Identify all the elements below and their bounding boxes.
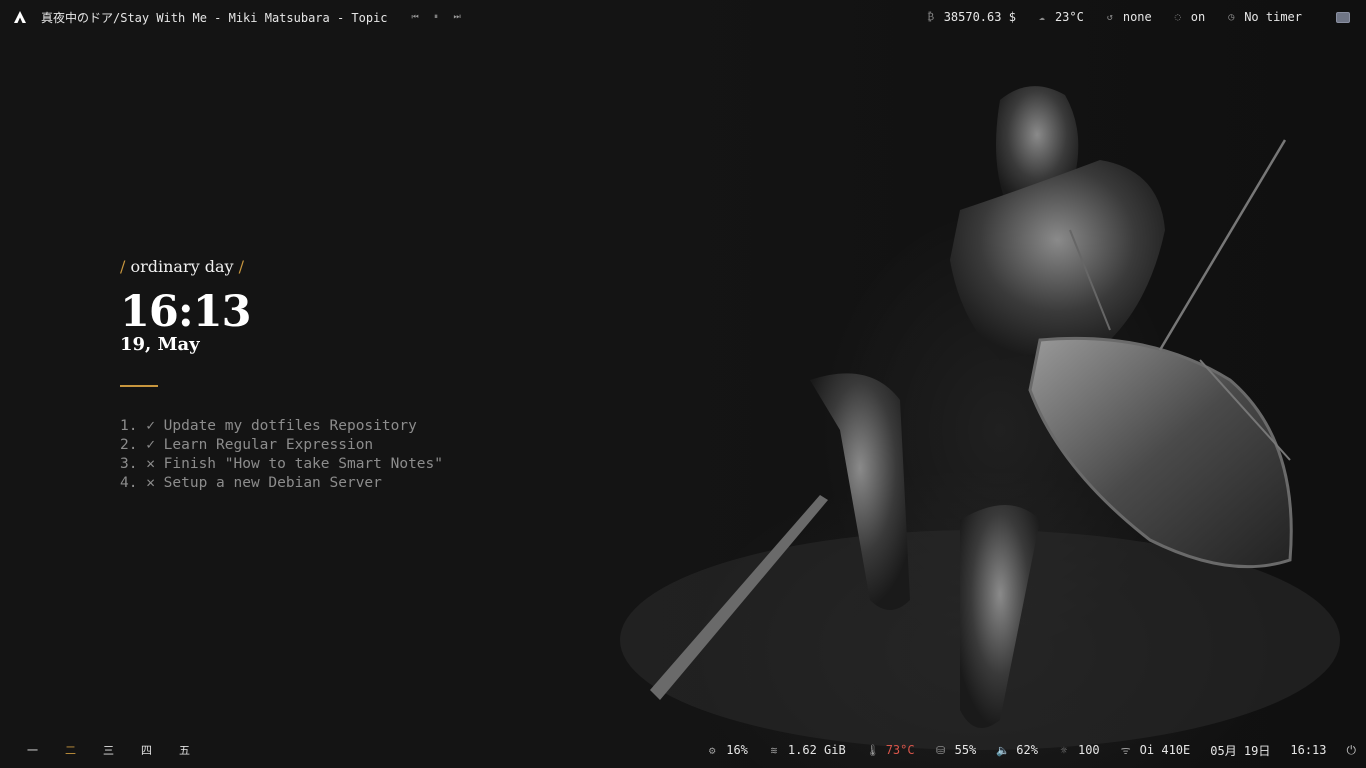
layers-icon: ≋ — [770, 743, 778, 757]
memory-module[interactable]: ≋ 1.62 GiB — [768, 743, 846, 757]
accent-divider — [120, 385, 158, 387]
temperature-module[interactable]: 🌡 73°C — [866, 743, 915, 757]
launcher-logo-icon[interactable] — [13, 10, 27, 24]
greeting: / ordinary day / — [120, 257, 443, 276]
weather-temp: 23°C — [1054, 10, 1084, 24]
network-module[interactable]: ᯤ Oi 410E — [1120, 743, 1191, 758]
bottom-bar: 一 二 三 四 五 ⚙ 16% ≋ 1.62 GiB 🌡 73°C ⛁ 55% … — [0, 732, 1366, 768]
stopwatch-icon: ◷ — [1228, 11, 1235, 23]
bar-time: 16:13 — [1290, 743, 1327, 757]
media-title[interactable]: 真夜中のドア/Stay With Me - Miki Matsubara - T… — [41, 9, 388, 26]
bitcoin-icon: ₿ — [927, 11, 935, 23]
volume-module[interactable]: 🔈 62% — [996, 743, 1038, 757]
power-icon[interactable]: ⏻ — [1347, 743, 1357, 758]
timer-module[interactable]: ◷ No timer — [1225, 10, 1302, 24]
greeting-slash-left: / — [120, 257, 126, 276]
bar-date: 05月 19日 — [1210, 743, 1271, 758]
brightness-module[interactable]: ☼ 100 — [1058, 743, 1100, 757]
bitcoin-price: 38570.63 $ — [943, 10, 1016, 24]
date-module[interactable]: 05月 19日 — [1210, 742, 1270, 759]
widget-date: 19, May — [120, 334, 200, 355]
bitcoin-module[interactable]: ₿ 38570.63 $ — [925, 10, 1016, 24]
clock-module[interactable]: 16:13 — [1290, 743, 1326, 757]
thermometer-icon: 🌡 — [865, 743, 880, 757]
timer-value: No timer — [1244, 10, 1302, 24]
workspace-4[interactable]: 四 — [141, 742, 179, 758]
harddisk-icon: ⛁ — [936, 743, 946, 757]
network-ssid: Oi 410E — [1139, 743, 1191, 757]
brightness-icon: ☼ — [1060, 743, 1068, 757]
media-controls: ⏮ ⏸ ⏭ — [410, 12, 463, 22]
todo-item: 2. ✓ Learn Regular Expression — [120, 437, 374, 453]
caffeine-module[interactable]: ◌ on — [1172, 10, 1205, 24]
weather-module[interactable]: ☁ 23°C — [1036, 10, 1084, 24]
greeting-text: ordinary day — [130, 257, 234, 276]
skip-next-icon[interactable]: ⏭ — [452, 12, 463, 22]
caffeine-value: on — [1190, 10, 1206, 24]
skip-previous-icon[interactable]: ⏮ — [410, 12, 421, 22]
top-bar: 真夜中のドア/Stay With Me - Miki Matsubara - T… — [0, 0, 1366, 34]
brightness-value: 100 — [1077, 743, 1100, 757]
todo-list: 1. ✓ Update my dotfiles Repository 2. ✓ … — [120, 417, 443, 493]
greeting-slash-right: / — [238, 257, 245, 276]
workspace-3[interactable]: 三 — [103, 742, 141, 758]
workspace-1[interactable]: 一 — [27, 742, 65, 758]
todo-item: 1. ✓ Update my dotfiles Repository — [120, 418, 417, 434]
wifi-icon: ᯤ — [1120, 743, 1131, 757]
memory-value: 1.62 GiB — [787, 743, 846, 757]
disk-module[interactable]: ⛁ 55% — [935, 743, 977, 757]
history-icon: ↺ — [1106, 11, 1113, 23]
cloud-icon: ☁ — [1038, 11, 1045, 23]
speaker-icon: 🔈 — [996, 743, 1010, 757]
cog-icon: ⚙ — [708, 743, 716, 757]
desktop-widget: / ordinary day / 16:13 19, May 1. ✓ Upda… — [120, 257, 443, 493]
volume-value: 62% — [1016, 743, 1038, 757]
disk-value: 55% — [954, 743, 977, 757]
workspace-switcher: 一 二 三 四 五 — [0, 742, 217, 758]
workspace-2[interactable]: 二 — [65, 742, 103, 758]
timer-mode-value: none — [1122, 10, 1152, 24]
lightbulb-icon: ◌ — [1174, 11, 1181, 23]
widget-clock: 16:13 — [120, 287, 252, 337]
todo-item: 4. ✕ Setup a new Debian Server — [120, 475, 382, 491]
todo-item: 3. ✕ Finish "How to take Smart Notes" — [120, 456, 444, 472]
temperature-value: 73°C — [885, 743, 915, 757]
tray-window-icon[interactable] — [1336, 11, 1350, 23]
workspace-5[interactable]: 五 — [179, 742, 217, 758]
cpu-value: 16% — [726, 743, 748, 757]
cpu-module[interactable]: ⚙ 16% — [706, 743, 748, 757]
timer-mode-module[interactable]: ↺ none — [1104, 10, 1152, 24]
pause-icon[interactable]: ⏸ — [431, 12, 442, 22]
